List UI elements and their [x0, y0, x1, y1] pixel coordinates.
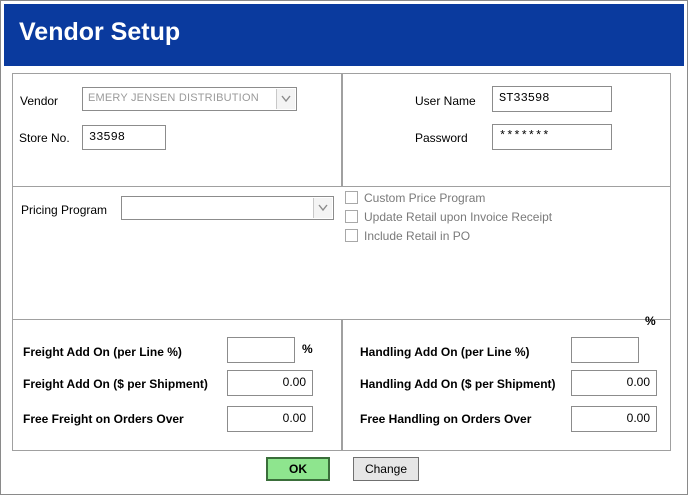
pricing-panel: Pricing Program Custom Price Program Upd…: [12, 186, 671, 320]
update-retail-checkbox[interactable]: [345, 210, 358, 223]
store-number-field[interactable]: 33598: [82, 125, 166, 150]
chevron-down-icon[interactable]: [313, 198, 332, 218]
free-freight-label: Free Freight on Orders Over: [23, 412, 184, 426]
free-handling-field[interactable]: 0.00: [571, 406, 657, 432]
handling-per-shipment-field[interactable]: 0.00: [571, 370, 657, 396]
title-bar: Vendor Setup: [4, 4, 684, 66]
custom-price-program-checkbox[interactable]: [345, 191, 358, 204]
vendor-label: Vendor: [20, 94, 59, 108]
vendor-dropdown-value: EMERY JENSEN DISTRIBUTION: [88, 92, 259, 104]
custom-price-program-label: Custom Price Program: [364, 191, 486, 205]
handling-per-shipment-label: Handling Add On ($ per Shipment): [360, 377, 556, 391]
vendor-dropdown[interactable]: EMERY JENSEN DISTRIBUTION: [82, 87, 297, 111]
password-field[interactable]: *******: [492, 124, 612, 150]
freight-per-shipment-field[interactable]: 0.00: [227, 370, 313, 396]
password-label: Password: [415, 131, 468, 145]
handling-per-line-field[interactable]: [571, 337, 639, 363]
store-number-label: Store No.: [19, 131, 70, 145]
chevron-down-icon[interactable]: [276, 89, 295, 109]
username-field[interactable]: ST33598: [492, 86, 612, 112]
include-retail-checkbox[interactable]: [345, 229, 358, 242]
update-retail-label: Update Retail upon Invoice Receipt: [364, 210, 553, 224]
freight-per-line-label: Freight Add On (per Line %): [23, 345, 182, 359]
window-title: Vendor Setup: [19, 18, 181, 46]
handling-per-line-label: Handling Add On (per Line %): [360, 345, 530, 359]
freight-per-line-field[interactable]: [227, 337, 295, 363]
handling-panel: % Handling Add On (per Line %) Handling …: [342, 314, 671, 451]
freight-percent-symbol: %: [302, 342, 313, 356]
login-panel: User Name ST33598 Password *******: [342, 73, 671, 187]
free-freight-field[interactable]: 0.00: [227, 406, 313, 432]
include-retail-label: Include Retail in PO: [364, 229, 471, 243]
free-handling-label: Free Handling on Orders Over: [360, 412, 532, 426]
change-button[interactable]: Change: [353, 457, 419, 481]
freight-panel: Freight Add On (per Line %) % Freight Ad…: [12, 319, 342, 451]
handling-percent-symbol: %: [645, 314, 656, 328]
username-label: User Name: [415, 94, 476, 108]
freight-per-shipment-label: Freight Add On ($ per Shipment): [23, 377, 208, 391]
pricing-program-dropdown[interactable]: [121, 196, 334, 220]
vendor-setup-window: Vendor Setup Vendor EMERY JENSEN DISTRIB…: [0, 0, 688, 495]
pricing-program-label: Pricing Program: [21, 203, 108, 217]
ok-button[interactable]: OK: [266, 457, 330, 481]
vendor-panel: Vendor EMERY JENSEN DISTRIBUTION Store N…: [12, 73, 342, 187]
